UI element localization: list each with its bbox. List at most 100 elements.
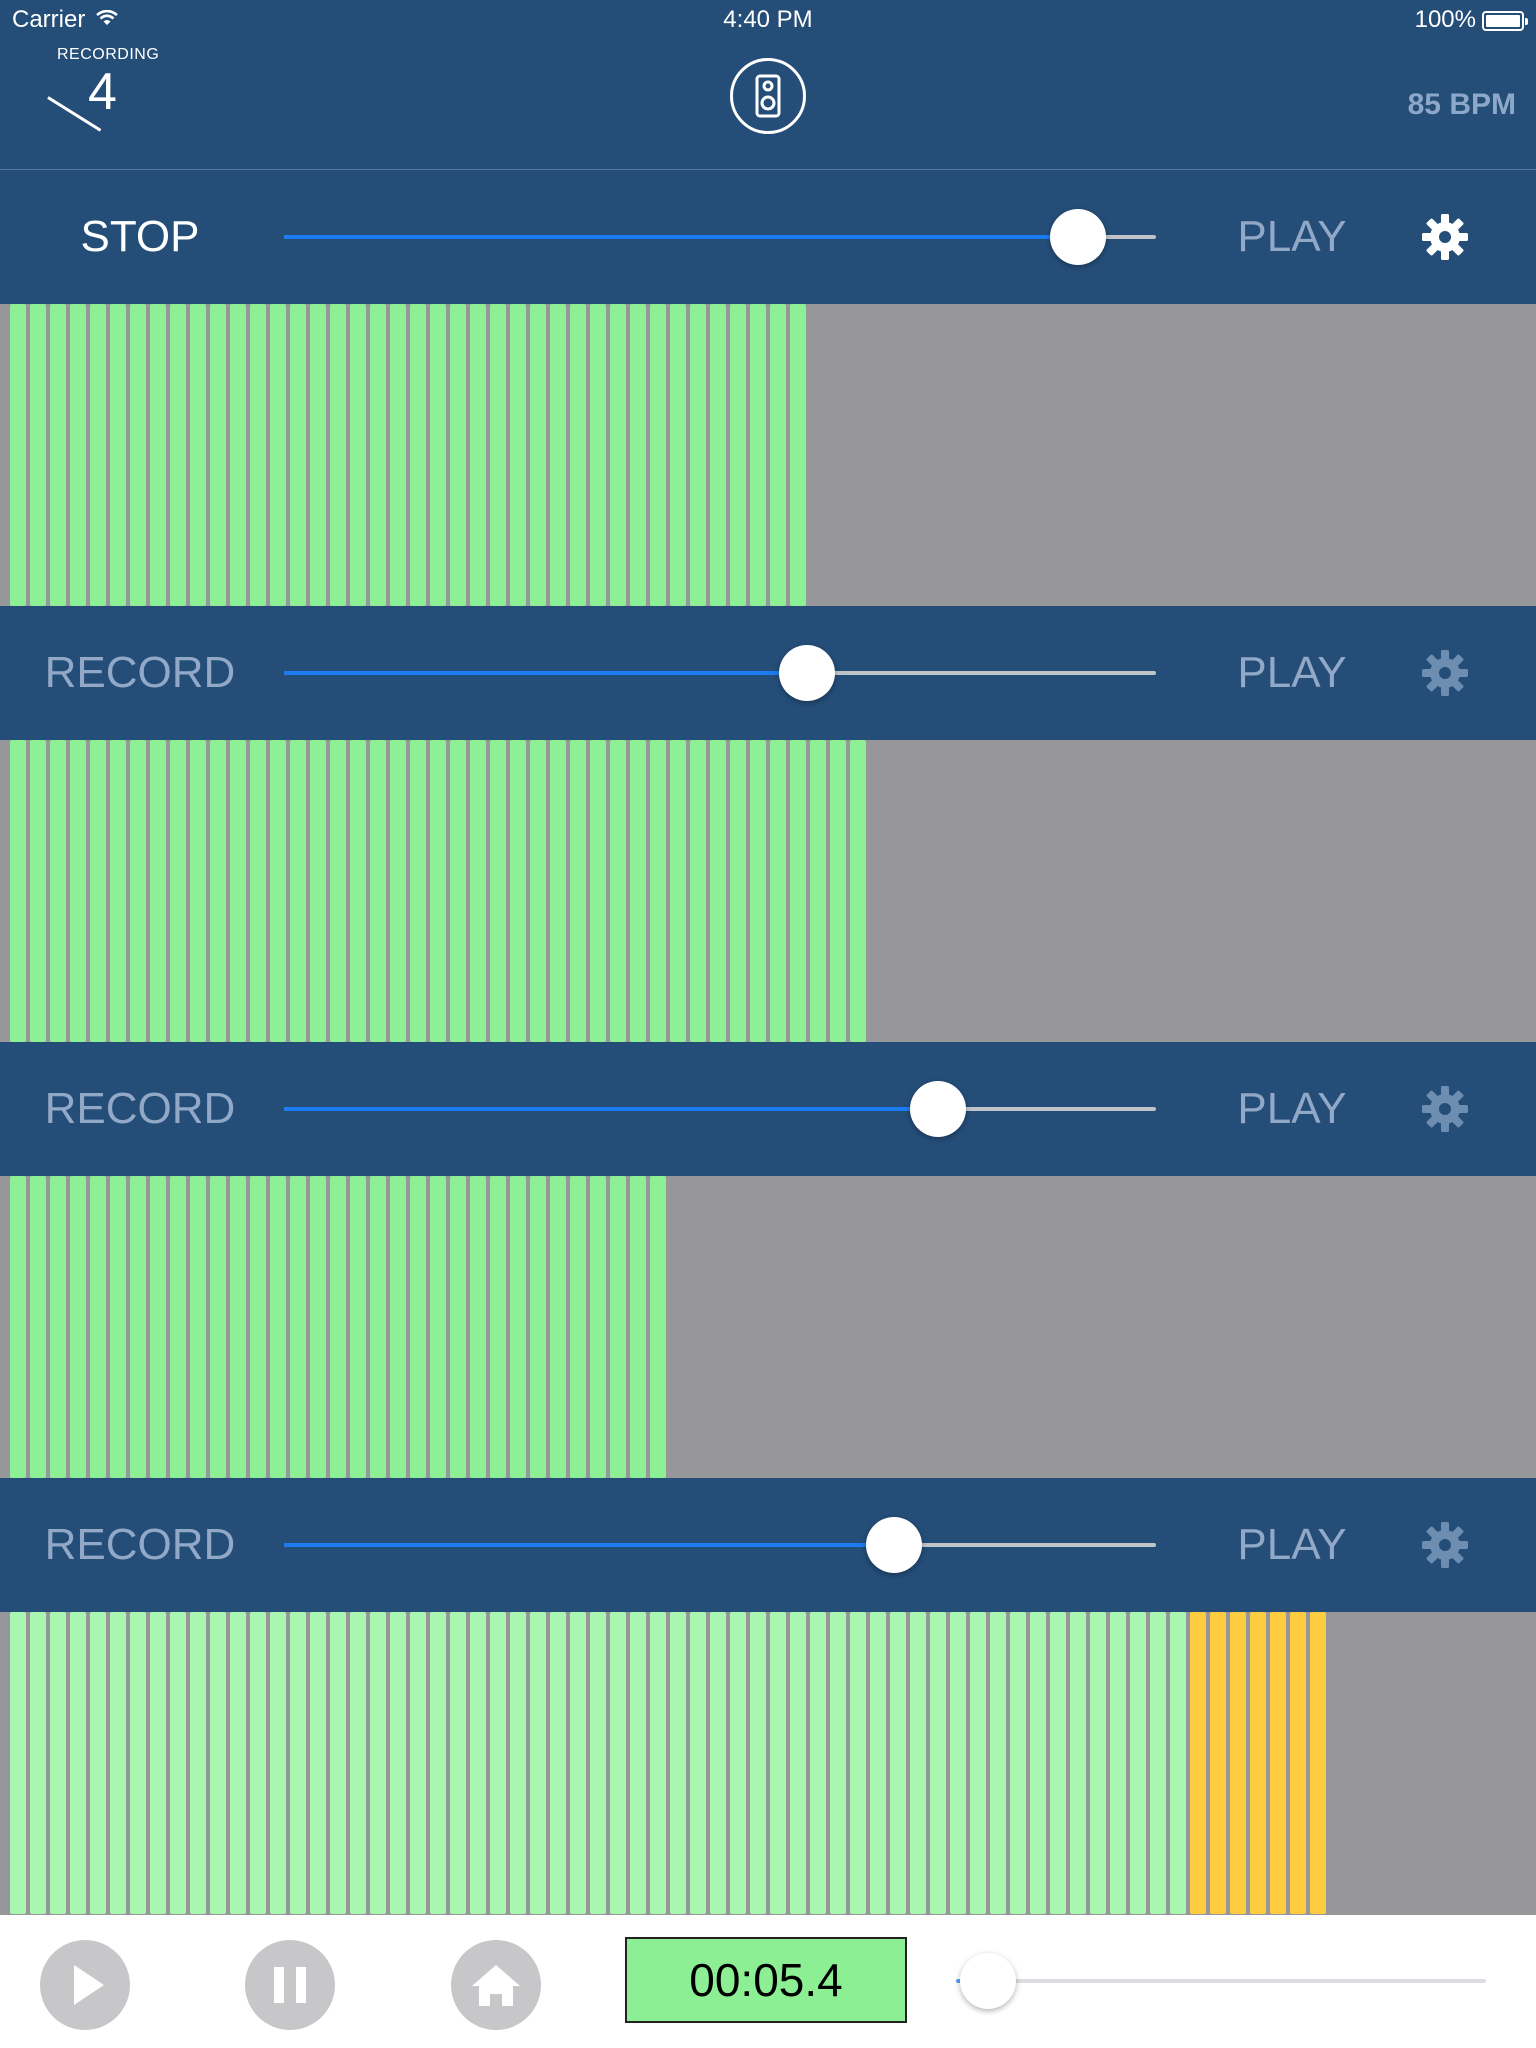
beat-bar (390, 304, 406, 606)
beat-bar (490, 1612, 506, 1914)
beat-bar (570, 740, 586, 1042)
pause-button[interactable] (245, 1940, 335, 2030)
beat-bar (510, 1176, 526, 1478)
beat-bar (930, 1612, 946, 1914)
volume-slider[interactable] (284, 645, 1156, 701)
beat-bar (250, 740, 266, 1042)
track-settings-button[interactable] (1420, 1084, 1470, 1134)
beat-bar (490, 304, 506, 606)
scrub-slider[interactable] (956, 1953, 1486, 2009)
beat-bar (570, 1612, 586, 1914)
beat-bar (810, 1612, 826, 1914)
beat-bar (170, 740, 186, 1042)
beat-bar (210, 304, 226, 606)
gear-icon (1422, 214, 1468, 260)
track-settings-button[interactable] (1420, 212, 1470, 262)
beat-bar (330, 740, 346, 1042)
track-waveform[interactable] (0, 740, 1536, 1042)
beat-bar (330, 1176, 346, 1478)
beat-bar (450, 740, 466, 1042)
track-waveform[interactable] (0, 304, 1536, 606)
beat-bar (270, 1176, 286, 1478)
beat-bar (670, 1612, 686, 1914)
beat-bar (270, 304, 286, 606)
track-waveform[interactable] (0, 1612, 1536, 1914)
stop-button[interactable]: STOP (0, 170, 280, 304)
beat-bar (630, 304, 646, 606)
beat-bar (70, 1612, 86, 1914)
beat-bar (1070, 1612, 1086, 1914)
beat-bar (50, 740, 66, 1042)
battery-icon (1482, 11, 1528, 31)
battery-percent: 100% (1414, 6, 1476, 33)
beat-bar (530, 1176, 546, 1478)
play-track-button[interactable]: PLAY (1200, 1042, 1384, 1176)
beat-bar (590, 740, 606, 1042)
record-button[interactable]: RECORD (0, 1478, 280, 1612)
beat-bar (750, 1612, 766, 1914)
bpm-display[interactable]: 85 BPM (1408, 88, 1516, 122)
beat-bar (710, 740, 726, 1042)
beat-bar (310, 1612, 326, 1914)
beat-bar-current (1230, 1612, 1246, 1914)
speaker-button[interactable] (730, 58, 806, 134)
slider-knob[interactable] (1049, 209, 1106, 265)
beat-bar (170, 304, 186, 606)
beat-bar (750, 304, 766, 606)
home-icon (472, 1965, 520, 2006)
track-waveform[interactable] (0, 1176, 1536, 1478)
slider-knob[interactable] (910, 1081, 966, 1137)
scrub-knob[interactable] (959, 1953, 1016, 2009)
beat-bar (390, 740, 406, 1042)
record-button[interactable]: RECORD (0, 606, 280, 740)
beat-bar-current (1250, 1612, 1266, 1914)
beat-bar (710, 304, 726, 606)
beat-bar (90, 1176, 106, 1478)
beat-bar (950, 1612, 966, 1914)
beat-bar (110, 740, 126, 1042)
beat-bar (70, 1176, 86, 1478)
beat-bar (450, 1176, 466, 1478)
beat-bar (550, 740, 566, 1042)
play-track-button[interactable]: PLAY (1200, 170, 1384, 304)
volume-slider[interactable] (284, 1081, 1156, 1137)
beat-bar (1030, 1612, 1046, 1914)
play-button[interactable] (40, 1940, 130, 2030)
beat-bar (90, 1612, 106, 1914)
beat-bar (150, 740, 166, 1042)
slider-fill (284, 1543, 895, 1547)
beat-bar (470, 740, 486, 1042)
beat-bar (1170, 1612, 1186, 1914)
volume-slider[interactable] (284, 209, 1156, 265)
beat-bar (630, 1176, 646, 1478)
beat-bar (130, 304, 146, 606)
beat-bar (670, 304, 686, 606)
track-settings-button[interactable] (1420, 648, 1470, 698)
beat-bar (290, 1176, 306, 1478)
bottom-toolbar: 00:05.4 (0, 1915, 1536, 2048)
track-controls: STOP PLAY (0, 170, 1536, 304)
elapsed-timer: 00:05.4 (625, 1937, 907, 2023)
beat-bar (630, 740, 646, 1042)
slider-fill (284, 235, 1078, 239)
volume-slider[interactable] (284, 1517, 1156, 1573)
beat-bar (1010, 1612, 1026, 1914)
track-settings-button[interactable] (1420, 1520, 1470, 1570)
home-button[interactable] (451, 1940, 541, 2030)
play-track-button[interactable]: PLAY (1200, 606, 1384, 740)
beat-bar (570, 304, 586, 606)
record-button[interactable]: RECORD (0, 1042, 280, 1176)
slider-knob[interactable] (866, 1517, 923, 1573)
beat-bar (530, 1612, 546, 1914)
beat-bar (130, 740, 146, 1042)
beat-bar (670, 740, 686, 1042)
slider-knob[interactable] (779, 645, 836, 701)
beat-bar (190, 1176, 206, 1478)
beat-bar (170, 1612, 186, 1914)
beat-bar (190, 304, 206, 606)
beat-bar (190, 1612, 206, 1914)
play-track-button[interactable]: PLAY (1200, 1478, 1384, 1612)
recording-count[interactable]: 4 (88, 66, 117, 118)
beat-bar (1130, 1612, 1146, 1914)
beat-bar (770, 1612, 786, 1914)
